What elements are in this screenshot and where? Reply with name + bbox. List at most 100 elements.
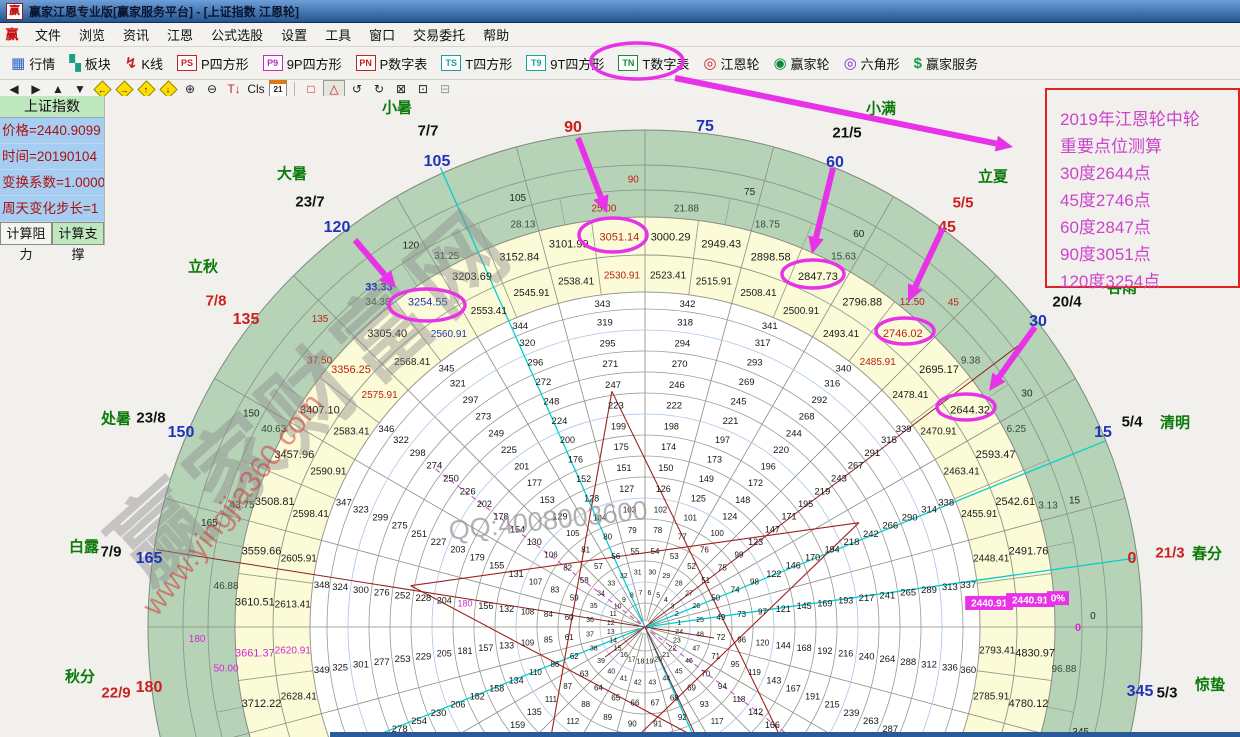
zoom-out-icon[interactable]: ⊖	[202, 81, 222, 97]
svg-text:123: 123	[748, 537, 763, 547]
menu-item-3[interactable]: 江恩	[158, 22, 202, 47]
svg-text:323: 323	[353, 505, 369, 516]
svg-text:11: 11	[609, 611, 616, 618]
toolbar-label: T数字表	[642, 54, 689, 73]
pan-right-icon[interactable]: ▶	[26, 81, 46, 97]
delete-box-icon[interactable]: ⊠	[391, 81, 411, 97]
svg-text:69: 69	[687, 683, 696, 692]
step-left-icon[interactable]: ←	[92, 81, 112, 97]
svg-text:300: 300	[353, 585, 369, 596]
rotate-cw-icon[interactable]: ↻	[369, 81, 389, 97]
svg-text:341: 341	[762, 321, 778, 332]
toolbar-button-板块[interactable]: ▚板块	[62, 51, 118, 76]
calc-resistance-button[interactable]: 计算阻力	[0, 222, 52, 245]
toolbar-button-9T四方形[interactable]: T99T四方形	[519, 51, 611, 76]
svg-text:90: 90	[628, 175, 640, 186]
svg-text:44: 44	[662, 676, 670, 683]
brand-icon: 赢	[4, 27, 20, 43]
toolbar-button-赢家轮[interactable]: ◉赢家轮	[766, 51, 836, 76]
svg-text:172: 172	[748, 478, 763, 488]
toolbar-button-六角形[interactable]: ◎六角形	[837, 51, 907, 76]
menu-item-7[interactable]: 窗口	[360, 22, 404, 47]
svg-text:21.88: 21.88	[674, 204, 699, 215]
svg-text:93: 93	[700, 700, 709, 709]
svg-text:2530.91: 2530.91	[604, 270, 641, 281]
toolbar-button-T四方形[interactable]: TST四方形	[434, 51, 519, 76]
pan-up-icon[interactable]: ▲	[48, 81, 68, 97]
svg-text:99: 99	[735, 551, 744, 560]
svg-text:204: 204	[437, 596, 452, 606]
svg-text:71: 71	[711, 652, 720, 661]
svg-text:198: 198	[664, 421, 679, 431]
menu-item-0[interactable]: 文件	[26, 22, 70, 47]
svg-text:241: 241	[879, 590, 895, 601]
svg-text:174: 174	[661, 442, 676, 452]
svg-text:2613.41: 2613.41	[275, 599, 312, 610]
rect-tool-icon[interactable]: □	[301, 81, 321, 97]
menu-item-2[interactable]: 资讯	[114, 22, 158, 47]
svg-text:67: 67	[651, 699, 660, 708]
svg-text:79: 79	[628, 526, 637, 535]
svg-text:2620.91: 2620.91	[275, 646, 312, 657]
svg-text:2440.91: 2440.91	[971, 598, 1008, 609]
svg-text:43: 43	[648, 679, 656, 686]
svg-text:111: 111	[545, 695, 558, 704]
svg-text:25: 25	[696, 617, 704, 624]
svg-text:318: 318	[677, 317, 693, 328]
svg-text:4780.12: 4780.12	[1009, 698, 1049, 710]
svg-text:63: 63	[580, 669, 589, 678]
cls-button[interactable]: Cls	[246, 81, 266, 97]
menu-item-4[interactable]: 公式选股	[202, 22, 272, 47]
svg-text:248: 248	[544, 396, 560, 407]
svg-text:148: 148	[735, 495, 750, 505]
svg-text:169: 169	[817, 598, 832, 608]
step-down-icon[interactable]: ↓	[158, 81, 178, 97]
pan-down-icon[interactable]: ▼	[70, 81, 90, 97]
svg-text:2493.41: 2493.41	[823, 329, 860, 340]
toolbar-label: 赢家轮	[791, 54, 830, 73]
menu-item-5[interactable]: 设置	[272, 22, 316, 47]
calendar-icon[interactable]: 21	[268, 81, 288, 97]
toolbar-button-江恩轮[interactable]: ◎江恩轮	[696, 51, 766, 76]
svg-text:2598.41: 2598.41	[293, 509, 330, 520]
svg-text:91: 91	[653, 719, 662, 728]
toolbar-button-赢家服务[interactable]: $赢家服务	[907, 51, 985, 76]
title-bar[interactable]: 赢 赢家江恩专业版[赢家服务平台] - [上证指数 江恩轮]	[0, 0, 1240, 23]
menu-item-1[interactable]: 浏览	[70, 22, 114, 47]
zoom-in-icon[interactable]: ⊕	[180, 81, 200, 97]
svg-text:20: 20	[654, 656, 662, 663]
svg-text:291: 291	[864, 448, 880, 459]
center-view-icon[interactable]: ⊡	[413, 81, 433, 97]
toolbar-button-P四方形[interactable]: PSP四方形	[170, 51, 256, 76]
menu-item-6[interactable]: 工具	[316, 22, 360, 47]
svg-text:19: 19	[646, 659, 654, 666]
svg-text:252: 252	[395, 590, 411, 601]
callout-line-0: 2019年江恩轮中轮	[1060, 106, 1238, 133]
svg-text:30: 30	[648, 569, 656, 576]
svg-text:127: 127	[619, 484, 634, 494]
step-right-icon[interactable]: →	[114, 81, 134, 97]
svg-text:173: 173	[707, 454, 722, 464]
menu-item-8[interactable]: 交易委托	[404, 22, 474, 47]
toolbar-button-行情[interactable]: ▦行情	[4, 51, 62, 76]
svg-text:180: 180	[189, 634, 206, 645]
screen-icon[interactable]: ⊟	[435, 81, 455, 97]
toolbar-label: 9T四方形	[550, 54, 604, 73]
svg-text:101: 101	[684, 513, 698, 522]
svg-text:290: 290	[902, 513, 918, 524]
pan-left-icon[interactable]: ◀	[4, 81, 24, 97]
calc-support-button[interactable]: 计算支撑	[52, 222, 104, 245]
toolbar-button-K线[interactable]: ↯K线	[118, 51, 170, 76]
menu-item-9[interactable]: 帮助	[474, 22, 518, 47]
rotate-ccw-icon[interactable]: ↺	[347, 81, 367, 97]
svg-text:152: 152	[576, 474, 591, 484]
toolbar-button-T数字表[interactable]: TNT数字表	[611, 51, 696, 76]
svg-text:38: 38	[590, 646, 598, 653]
step-up-icon[interactable]: ↑	[136, 81, 156, 97]
price-time-icon[interactable]: T↓	[224, 81, 244, 97]
toolbar-button-P数字表[interactable]: PNP数字表	[349, 51, 435, 76]
svg-text:2746.02: 2746.02	[883, 328, 923, 340]
toolbar-button-9P四方形[interactable]: P99P四方形	[256, 51, 349, 76]
svg-text:2478.41: 2478.41	[892, 390, 929, 401]
svg-text:272: 272	[535, 377, 551, 388]
